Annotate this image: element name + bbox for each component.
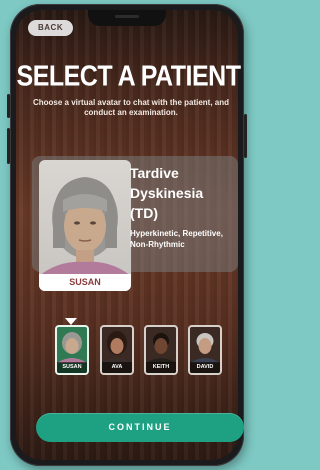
page-title: SELECT A PATIENT <box>16 60 241 93</box>
back-button[interactable]: BACK <box>28 20 74 36</box>
patient-thumb-label: AVA <box>102 362 132 373</box>
condition-description: Hyperkinetic, Repetitive, Non-Rhythmic <box>130 229 223 249</box>
avatar-icon <box>190 333 220 363</box>
selection-pointer-icon <box>65 318 77 325</box>
patient-thumb-keith[interactable]: KEITH <box>144 325 178 375</box>
continue-button[interactable]: CONTINUE <box>36 413 244 442</box>
phone-notch <box>88 10 166 26</box>
patient-thumb-label: SUSAN <box>57 362 87 373</box>
patient-thumb-ava[interactable]: AVA <box>100 325 134 375</box>
page-subtitle: Choose a virtual avatar to chat with the… <box>32 98 230 117</box>
patient-portrait: SUSAN <box>39 160 131 291</box>
patient-thumb-label: KEITH <box>146 362 176 373</box>
avatar-icon <box>146 333 176 363</box>
phone-side-button <box>244 114 247 158</box>
patient-thumb-david[interactable]: DAVID <box>188 325 222 375</box>
speaker-grille <box>115 15 139 18</box>
avatar-icon <box>57 332 87 363</box>
portrait-name-label: SUSAN <box>39 274 131 291</box>
avatar-illustration <box>39 177 131 291</box>
condition-title: Tardive Dyskinesia (TD) <box>130 165 204 221</box>
patient-thumb-susan[interactable]: SUSAN <box>55 325 89 375</box>
patient-thumb-label: DAVID <box>190 362 220 373</box>
phone-side-button <box>7 128 10 164</box>
phone-side-button <box>7 94 10 118</box>
avatar-icon <box>102 331 132 363</box>
